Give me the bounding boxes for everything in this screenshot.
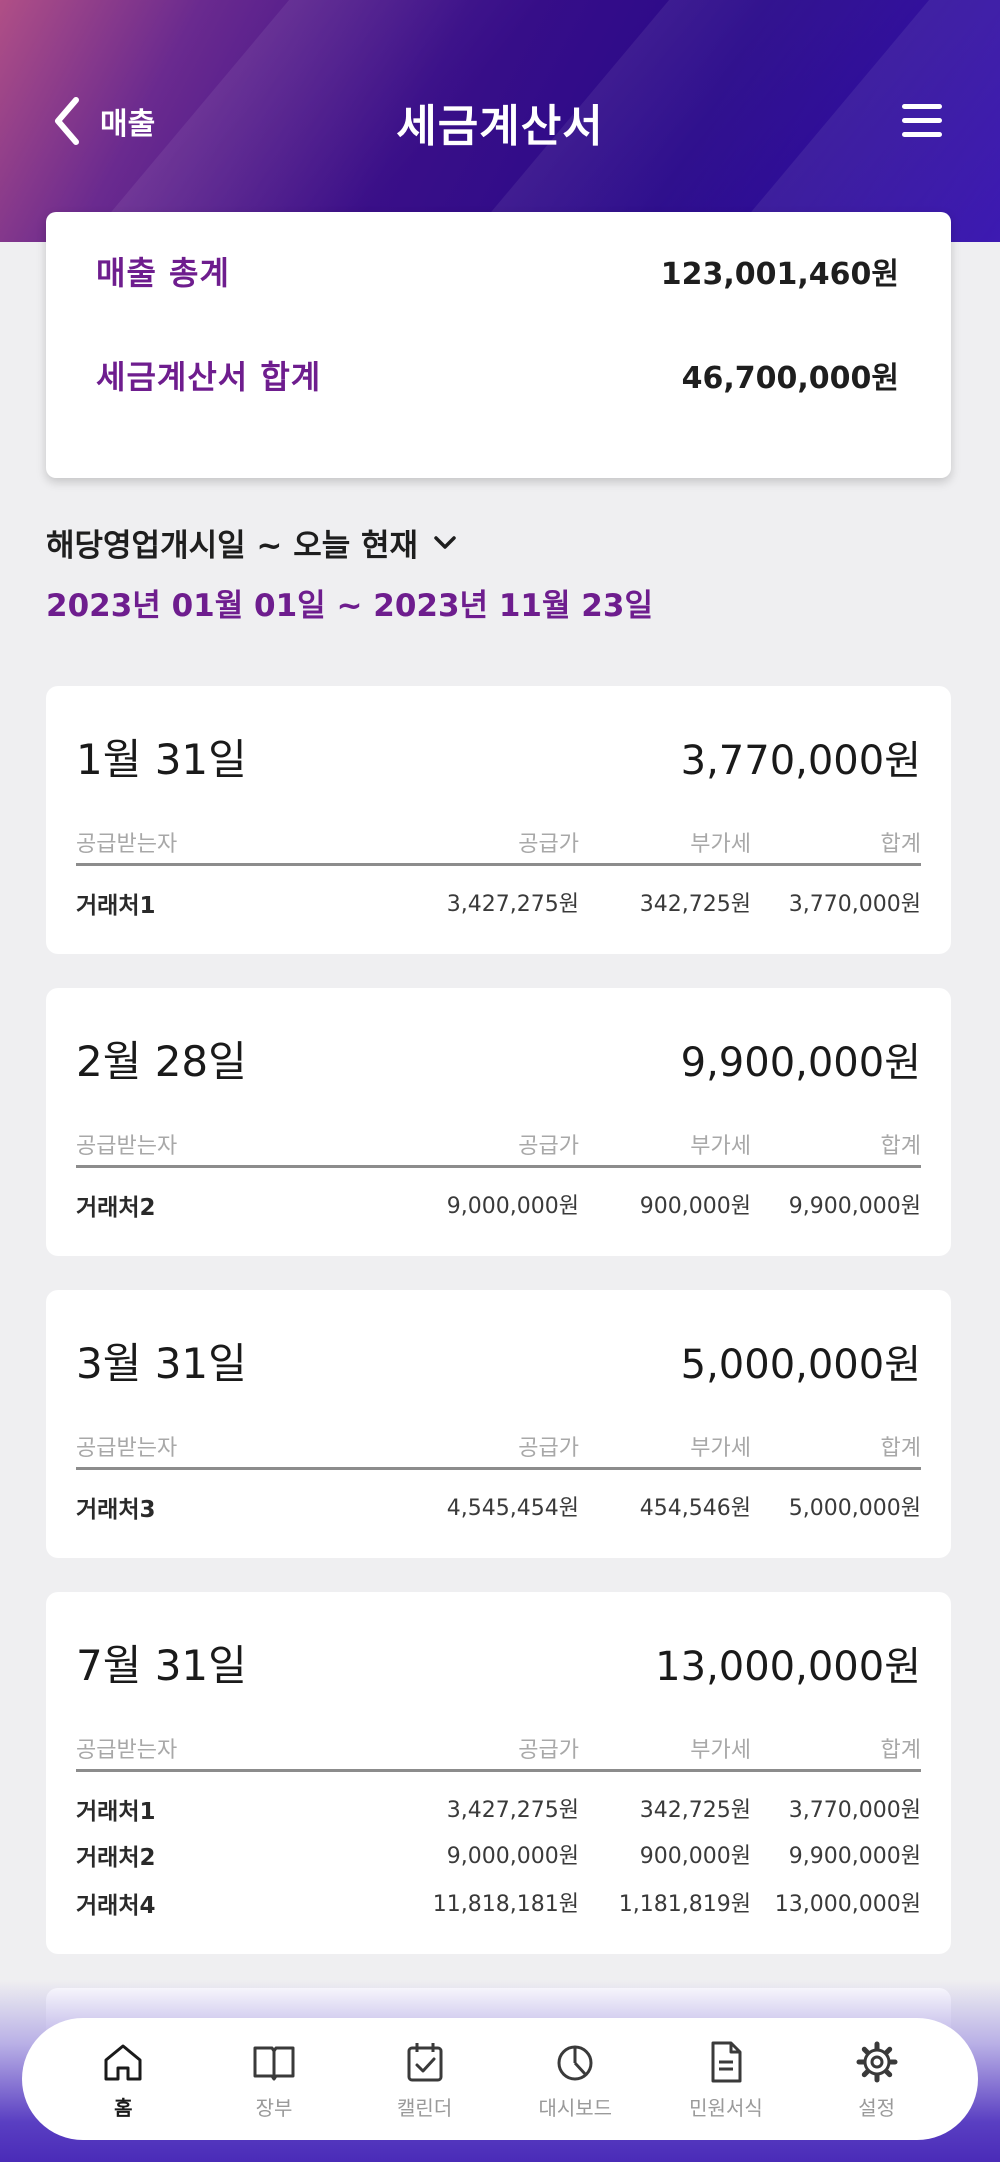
tab-label: 대시보드 [538, 2095, 613, 2120]
bottom-tabbar: 홈 장부 캘린더 대시보드 민원서식 설정 [22, 2018, 978, 2140]
row-sum: 9,900,000원 [788, 1844, 921, 1869]
column-name: 공급받는자 [76, 1738, 178, 1763]
column-supply: 공급가 [518, 1738, 579, 1763]
row-vat: 900,000원 [639, 1194, 751, 1219]
column-header: 공급받는자 공급가 부가세 합계 [76, 822, 921, 866]
date-range: 2023년 01월 01일 ~ 2023년 11월 23일 [46, 588, 653, 624]
row-sum: 5,000,000원 [788, 1496, 921, 1521]
sales-total-row: 매출 총계 123,001,460원 [96, 248, 899, 294]
row-supply: 9,000,000원 [446, 1844, 579, 1869]
table-row: 거래처1 3,427,275원 342,725원 3,770,000원 [76, 882, 921, 926]
tab-label: 홈 [114, 2095, 133, 2120]
card-total: 5,000,000원 [680, 1341, 921, 1388]
column-vat: 부가세 [690, 1436, 751, 1461]
row-name: 거래처3 [76, 1497, 156, 1523]
tab-home[interactable]: 홈 [58, 2038, 188, 2121]
card-date: 1월 31일 [76, 735, 247, 784]
tab-calendar[interactable]: 캘린더 [360, 2038, 490, 2121]
card-header: 3월 31일 5,000,000원 [76, 1330, 921, 1391]
table-row: 거래처2 9,000,000원 900,000원 9,900,000원 [76, 1184, 921, 1228]
card-total: 3,770,000원 [680, 737, 921, 784]
row-sum: 3,770,000원 [788, 892, 921, 917]
card-header: 2월 28일 9,900,000원 [76, 1028, 921, 1089]
tab-settings[interactable]: 설정 [812, 2038, 942, 2121]
sales-total-value: 123,001,460원 [660, 257, 899, 292]
invoice-total-label: 세금계산서 합계 [96, 358, 322, 396]
column-sum: 합계 [880, 1738, 921, 1763]
column-supply: 공급가 [518, 1436, 579, 1461]
column-name: 공급받는자 [76, 832, 178, 857]
book-icon [253, 2046, 295, 2080]
invoice-card[interactable]: 3월 31일 5,000,000원 공급받는자 공급가 부가세 합계 거래처3 … [46, 1290, 951, 1558]
column-header: 공급받는자 공급가 부가세 합계 [76, 1124, 921, 1168]
document-icon [711, 2041, 742, 2082]
column-supply: 공급가 [518, 1134, 579, 1159]
row-vat: 454,546원 [639, 1496, 751, 1521]
sales-total-label: 매출 총계 [96, 254, 230, 292]
period-selector-label: 해당영업개시일 ~ 오늘 현재 [46, 528, 419, 564]
row-sum: 13,000,000원 [774, 1892, 921, 1917]
row-supply: 9,000,000원 [446, 1194, 579, 1219]
column-header: 공급받는자 공급가 부가세 합계 [76, 1426, 921, 1470]
home-icon [104, 2044, 142, 2080]
row-supply: 3,427,275원 [446, 892, 579, 917]
row-name: 거래처1 [76, 893, 156, 919]
column-vat: 부가세 [690, 832, 751, 857]
tab-forms[interactable]: 민원서식 [661, 2038, 791, 2121]
invoice-card[interactable]: 2월 28일 9,900,000원 공급받는자 공급가 부가세 합계 거래처2 … [46, 988, 951, 1256]
tab-ledger[interactable]: 장부 [209, 2038, 339, 2121]
invoice-total-row: 세금계산서 합계 46,700,000원 [96, 352, 899, 398]
row-supply: 3,427,275원 [446, 1798, 579, 1823]
column-sum: 합계 [880, 1134, 921, 1159]
card-date: 7월 31일 [76, 1641, 247, 1690]
row-sum: 3,770,000원 [788, 1798, 921, 1823]
row-sum: 9,900,000원 [788, 1194, 921, 1219]
card-total: 13,000,000원 [655, 1643, 921, 1690]
tab-label: 장부 [255, 2095, 293, 2120]
menu-icon[interactable] [902, 100, 948, 144]
calendar-icon [407, 2042, 443, 2081]
row-name: 거래처2 [76, 1845, 156, 1871]
row-name: 거래처2 [76, 1195, 156, 1221]
invoice-total-value: 46,700,000원 [681, 361, 899, 396]
table-row: 거래처3 4,545,454원 454,546원 5,000,000원 [76, 1486, 921, 1530]
row-supply: 4,545,454원 [446, 1496, 579, 1521]
period-selector[interactable]: 해당영업개시일 ~ 오늘 현재 [46, 520, 460, 565]
table-row: 거래처1 3,427,275원 342,725원 3,770,000원 [76, 1788, 921, 1832]
column-supply: 공급가 [518, 832, 579, 857]
row-supply: 11,818,181원 [432, 1892, 579, 1917]
tab-label: 설정 [858, 2095, 896, 2120]
column-sum: 합계 [880, 832, 921, 857]
row-name: 거래처1 [76, 1799, 156, 1825]
row-vat: 1,181,819원 [618, 1892, 751, 1917]
card-date: 2월 28일 [76, 1037, 247, 1086]
card-header: 7월 31일 13,000,000원 [76, 1632, 921, 1693]
tab-label: 민원서식 [689, 2095, 763, 2120]
column-vat: 부가세 [690, 1738, 751, 1763]
invoice-card[interactable]: 7월 31일 13,000,000원 공급받는자 공급가 부가세 합계 거래처1… [46, 1592, 951, 1954]
summary-card: 매출 총계 123,001,460원 세금계산서 합계 46,700,000원 [46, 212, 951, 478]
invoice-card[interactable]: 1월 31일 3,770,000원 공급받는자 공급가 부가세 합계 거래처1 … [46, 686, 951, 954]
row-vat: 342,725원 [639, 1798, 751, 1823]
column-name: 공급받는자 [76, 1134, 178, 1159]
column-name: 공급받는자 [76, 1436, 178, 1461]
gear-icon [856, 2041, 898, 2082]
row-vat: 342,725원 [639, 892, 751, 917]
row-name: 거래처4 [76, 1893, 156, 1919]
row-vat: 900,000원 [639, 1844, 751, 1869]
card-total: 9,900,000원 [680, 1039, 921, 1086]
table-row: 거래처2 9,000,000원 900,000원 9,900,000원 [76, 1834, 921, 1878]
card-header: 1월 31일 3,770,000원 [76, 726, 921, 787]
column-vat: 부가세 [690, 1134, 751, 1159]
column-sum: 합계 [880, 1436, 921, 1461]
page-title: 세금계산서 [396, 101, 604, 152]
tab-dashboard[interactable]: 대시보드 [510, 2038, 640, 2121]
table-row: 거래처4 11,818,181원 1,181,819원 13,000,000원 [76, 1882, 921, 1926]
column-header: 공급받는자 공급가 부가세 합계 [76, 1728, 921, 1772]
tab-label: 캘린더 [397, 2095, 453, 2120]
chevron-down-icon [434, 535, 456, 549]
chart-pie-icon [557, 2045, 593, 2080]
card-date: 3월 31일 [76, 1339, 247, 1388]
app-header: 매출 세금계산서 [0, 0, 1000, 242]
